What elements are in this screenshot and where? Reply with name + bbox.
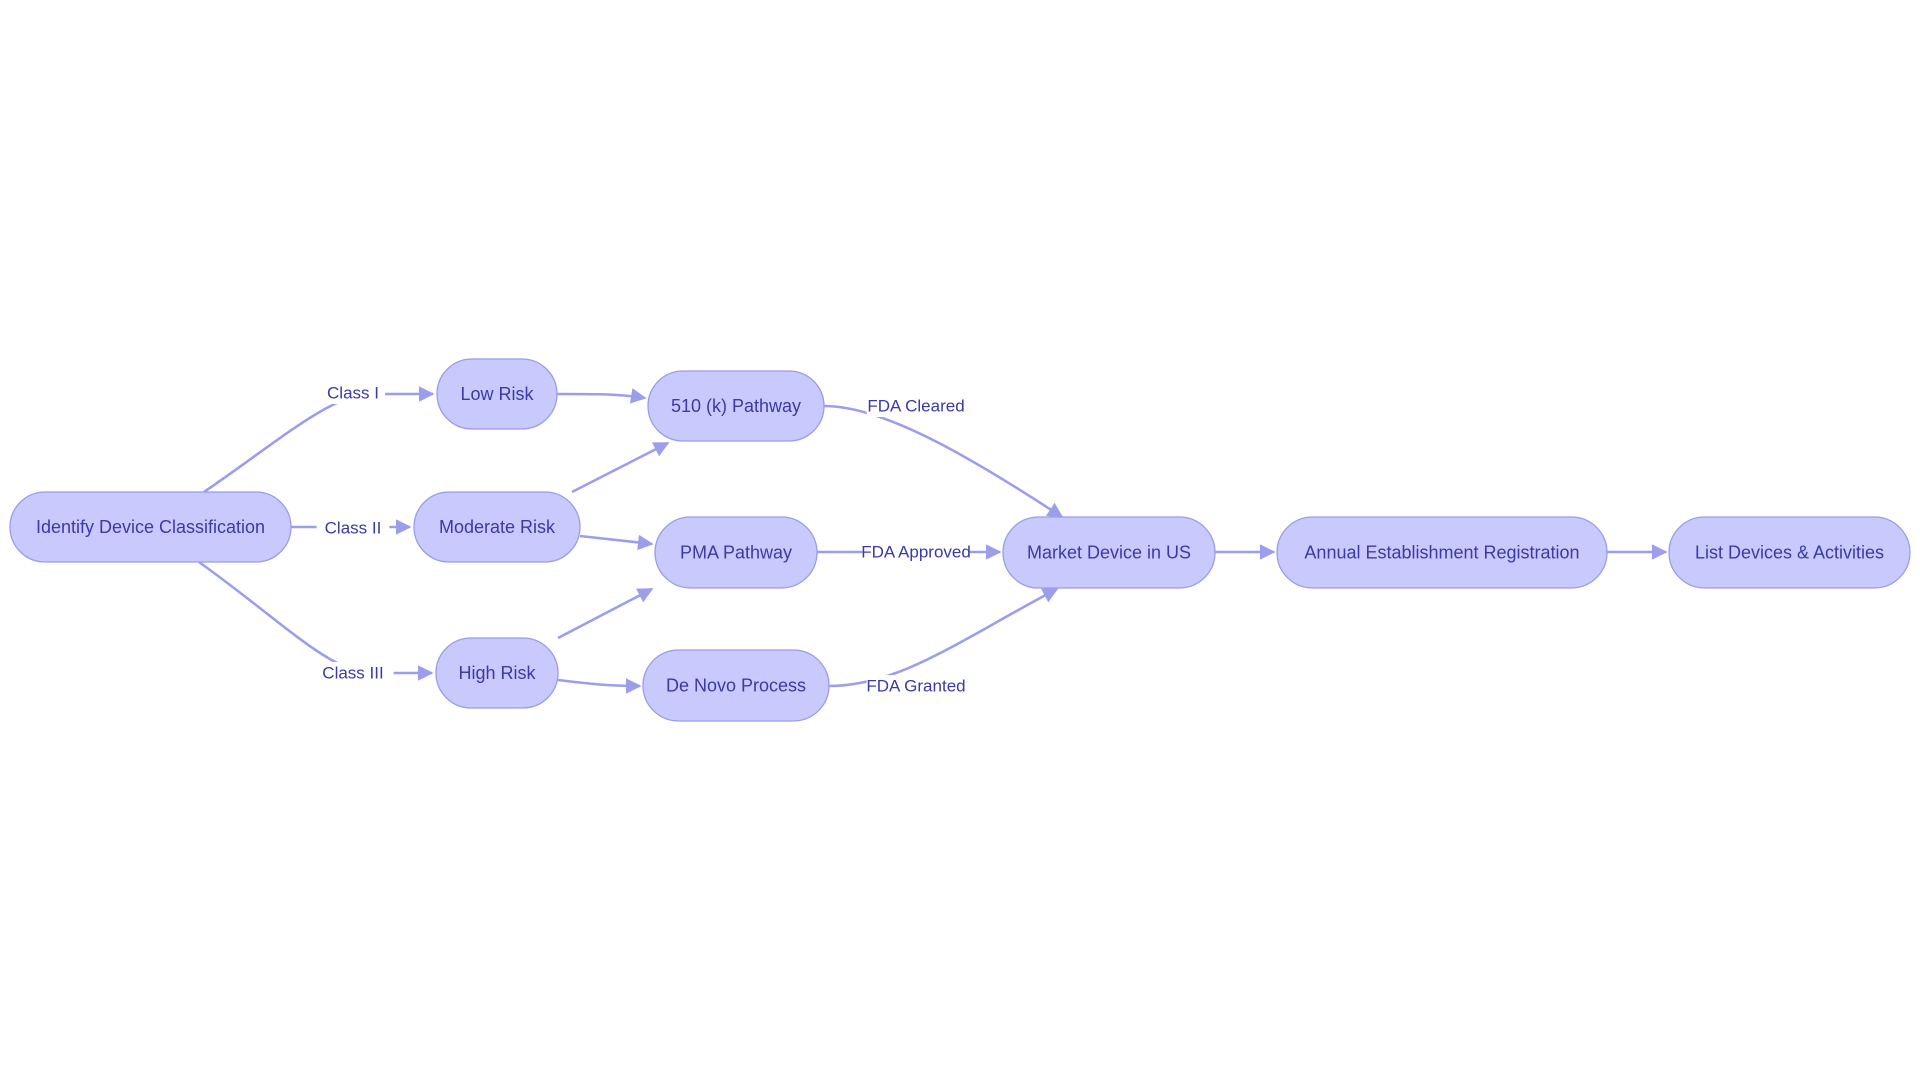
edge-label: Class I: [320, 382, 386, 404]
edge-label-text: FDA Granted: [866, 677, 965, 696]
node-label: Annual Establishment Registration: [1304, 543, 1579, 563]
node-high: High Risk: [435, 637, 559, 709]
edge-high-to-denovo: [557, 678, 642, 694]
node-low: Low Risk: [436, 358, 558, 430]
edge-label-text: Class III: [322, 664, 383, 683]
node-market: Market Device in US: [1002, 516, 1216, 589]
edge-label: FDA Granted: [866, 675, 966, 697]
edge-identify-to-high: [198, 560, 434, 681]
edge-label: Class II: [316, 517, 390, 539]
node-label: De Novo Process: [666, 676, 806, 696]
node-label: Market Device in US: [1027, 543, 1191, 563]
flowchart: Identify Device Classification Low Risk Mo…: [9, 358, 1911, 722]
edge-label-text: FDA Cleared: [867, 397, 964, 416]
edge-label-text: FDA Approved: [861, 543, 971, 562]
node-denovo: De Novo Process: [642, 649, 830, 722]
node-annual: Annual Establishment Registration: [1276, 516, 1608, 589]
node-k510: 510 (k) Pathway: [647, 370, 825, 442]
edge-moderate-to-k510: [571, 441, 670, 494]
edge-denovo-to-market: [828, 587, 1059, 688]
edge-high-to-pma: [557, 587, 654, 640]
edge-label-text: Class I: [327, 384, 379, 403]
node-identify: Identify Device Classification: [9, 491, 292, 563]
node-label: PMA Pathway: [680, 543, 792, 563]
edge-label-text: Class II: [325, 519, 382, 538]
node-label: List Devices & Activities: [1695, 543, 1884, 563]
node-pma: PMA Pathway: [654, 516, 818, 589]
node-label: High Risk: [458, 663, 536, 683]
node-list: List Devices & Activities: [1668, 516, 1911, 589]
edge-k510-to-market: [823, 404, 1064, 519]
edge-low-to-k510: [556, 388, 647, 404]
edge-label: Class III: [312, 662, 394, 684]
node-label: Low Risk: [460, 384, 534, 404]
edge-label: FDA Approved: [861, 541, 971, 563]
node-label: 510 (k) Pathway: [671, 396, 801, 416]
node-label: Identify Device Classification: [36, 517, 265, 537]
node-moderate: Moderate Risk: [413, 491, 581, 563]
edge-label: FDA Cleared: [866, 395, 966, 417]
node-label: Moderate Risk: [439, 517, 556, 537]
edge-moderate-to-pma: [579, 534, 654, 551]
edge-identify-to-low: [203, 386, 435, 494]
